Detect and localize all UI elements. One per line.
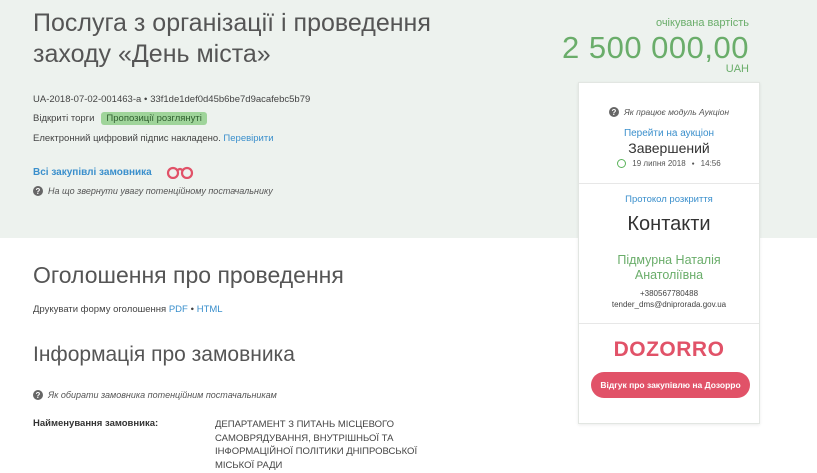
question-circle-icon: ? xyxy=(33,186,43,196)
supplier-hint[interactable]: ? На що звернути увагу потенційному пост… xyxy=(33,186,273,196)
auction-contacts-panel: ? Як працює модуль Аукціон Перейти на ау… xyxy=(578,82,760,424)
question-circle-icon: ? xyxy=(33,390,43,400)
print-form-label: Друкувати форму оголошення xyxy=(33,304,167,315)
tender-id: UA-2018-07-02-001463-a xyxy=(33,94,142,105)
tender-id-line: UA-2018-07-02-001463-a ● 33f1de1def0d45b… xyxy=(33,94,310,105)
customer-info-heading: Інформація про замовника xyxy=(33,343,295,366)
auction-date: 19 липня 2018 xyxy=(632,159,686,168)
status-line: Відкриті торги Пропозиції розглянуті xyxy=(33,112,207,125)
customer-name-value: ДЕПАРТАМЕНТ З ПИТАНЬ МІСЦЕВОГО САМОВРЯДУ… xyxy=(215,419,418,471)
print-html-link[interactable]: HTML xyxy=(197,304,223,315)
auction-module-hint[interactable]: ? Як працює модуль Аукціон xyxy=(579,107,759,117)
supplier-hint-text: На що звернути увагу потенційному постач… xyxy=(48,186,273,196)
go-to-auction-link[interactable]: Перейти на аукціон xyxy=(579,128,759,139)
all-customer-purchases-link[interactable]: Всі закупівлі замовника xyxy=(33,167,152,178)
contacts-heading: Контакти xyxy=(627,213,711,235)
customer-name-label: Найменування замовника: xyxy=(33,418,159,429)
clock-icon xyxy=(617,159,627,168)
dozorro-review-button[interactable]: Відгук про закупівлю на Дозорро xyxy=(591,372,750,398)
currency-label: UAH xyxy=(725,63,749,75)
question-circle-icon: ? xyxy=(608,107,619,117)
page-title: Послуга з організації і проведення заход… xyxy=(33,9,431,68)
expected-cost-label: очікувана вартість xyxy=(655,17,749,29)
binoculars-icon[interactable] xyxy=(166,165,194,179)
contact-person-name: Підмурна Наталія Анатоліївна xyxy=(617,253,721,282)
tender-hash: 33f1de1def0d45b6be7d9acafebc5b79 xyxy=(150,94,311,105)
signature-text: Електронний цифровий підпис накладено. xyxy=(33,133,221,144)
expected-cost-value: 2 500 000,00 xyxy=(561,30,749,65)
opening-protocol-link[interactable]: Протокол розкриття xyxy=(579,194,759,205)
separator-dot: ● xyxy=(190,306,195,313)
auction-hint-text: Як працює модуль Аукціон xyxy=(623,107,730,117)
print-pdf-link[interactable]: PDF xyxy=(169,304,188,315)
status-badge: Пропозиції розглянуті xyxy=(101,112,207,125)
customer-hint[interactable]: ? Як обирати замовника потенційним поста… xyxy=(33,390,277,400)
all-purchases-row: Всі закупівлі замовника xyxy=(33,165,194,179)
divider xyxy=(579,183,759,184)
auction-datetime: 19 липня 2018 ● 14:56 xyxy=(579,159,759,168)
customer-hint-text: Як обирати замовника потенційним постача… xyxy=(48,390,277,400)
print-form-line: Друкувати форму оголошення PDF ● HTML xyxy=(33,304,223,315)
separator-dot: ● xyxy=(691,160,695,167)
dozorro-logo: DOZORRO xyxy=(613,338,725,361)
announcement-heading: Оголошення про проведення xyxy=(33,262,344,288)
signature-line: Електронний цифровий підпис накладено. П… xyxy=(33,133,274,144)
auction-time: 14:56 xyxy=(700,159,721,168)
divider xyxy=(579,323,759,324)
auction-status: Завершений xyxy=(628,140,710,156)
procurement-type: Відкриті торги xyxy=(33,113,95,124)
verify-signature-link[interactable]: Перевірити xyxy=(223,133,273,144)
separator-dot: ● xyxy=(143,96,148,103)
contact-phone: +380567780488 xyxy=(639,289,699,298)
contact-email: tender_dms@dniprorada.gov.ua xyxy=(611,300,727,309)
